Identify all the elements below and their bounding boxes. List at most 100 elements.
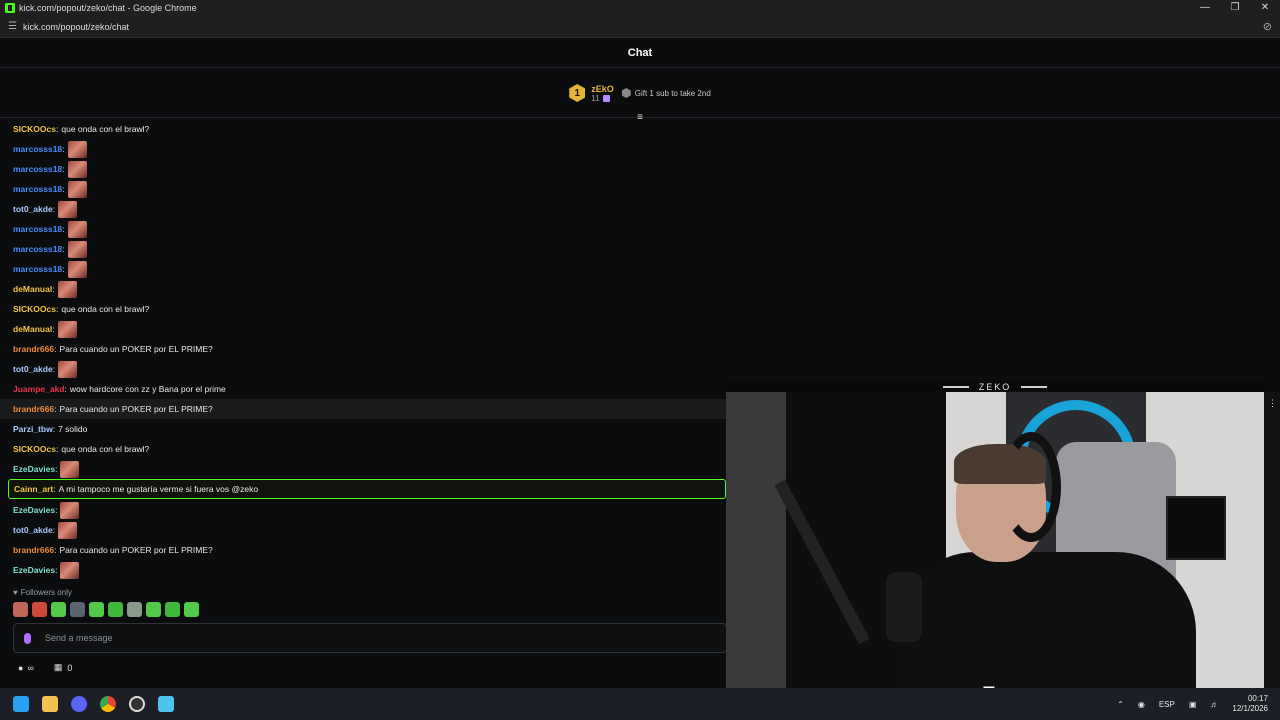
chat-username[interactable]: marcosss18 bbox=[13, 244, 62, 254]
chat-emote[interactable] bbox=[67, 140, 87, 158]
chat-message[interactable]: marcosss18: bbox=[0, 259, 726, 279]
emote-button[interactable] bbox=[127, 602, 142, 617]
notepad-icon[interactable] bbox=[158, 696, 174, 712]
windows-start-icon[interactable] bbox=[13, 696, 29, 712]
chat-message[interactable]: Juampe_akd: wow hardcore con zz y Bana po… bbox=[0, 379, 726, 399]
network-icon[interactable]: ▣ bbox=[1189, 700, 1197, 709]
message-input-box[interactable] bbox=[13, 623, 727, 653]
chat-emote[interactable] bbox=[67, 160, 87, 178]
chat-message[interactable]: SICKOOcs: que onda con el brawl? bbox=[0, 119, 726, 139]
chat-message[interactable]: tot0_akde: bbox=[0, 199, 726, 219]
emote-button[interactable] bbox=[146, 602, 161, 617]
chat-message[interactable]: EzeDavies: bbox=[0, 459, 726, 479]
chat-emote[interactable] bbox=[60, 501, 80, 519]
chat-message[interactable]: marcosss18: bbox=[0, 139, 726, 159]
address-bar[interactable]: ☰ kick.com/popout/zeko/chat ⊘ bbox=[0, 16, 1280, 38]
chat-username[interactable]: EzeDavies bbox=[13, 464, 55, 474]
chat-username[interactable]: marcosss18 bbox=[13, 264, 62, 274]
chat-message[interactable]: marcosss18: bbox=[0, 219, 726, 239]
chat-username[interactable]: marcosss18 bbox=[13, 224, 62, 234]
chat-username[interactable]: marcosss18 bbox=[13, 144, 62, 154]
chat-message[interactable]: tot0_akde: bbox=[0, 359, 726, 379]
site-settings-icon[interactable]: ☰ bbox=[8, 21, 17, 32]
emote-button[interactable] bbox=[89, 602, 104, 617]
emote-button[interactable] bbox=[13, 602, 28, 617]
chat-emote[interactable] bbox=[57, 280, 77, 298]
gift-hint[interactable]: Gift 1 sub to take 2nd bbox=[621, 88, 711, 98]
chat-emote[interactable] bbox=[67, 260, 87, 278]
minimize-button[interactable]: — bbox=[1190, 0, 1220, 16]
restore-button[interactable]: ❐ bbox=[1220, 0, 1250, 16]
chat-username[interactable]: EzeDavies bbox=[13, 565, 55, 575]
chat-username[interactable]: Parzi_tbw bbox=[13, 424, 53, 434]
chat-message[interactable]: deManual: bbox=[0, 279, 726, 299]
chat-message[interactable]: brandr666: Para cuando un POKER por EL PR… bbox=[0, 339, 726, 359]
chat-username[interactable]: brandr666 bbox=[13, 344, 54, 354]
leader-user[interactable]: zEkO 11 bbox=[591, 84, 614, 103]
mic-tray-icon[interactable]: ◉ bbox=[1138, 700, 1145, 709]
chat-message[interactable]: SICKOOcs: que onda con el brawl? bbox=[0, 439, 726, 459]
chat-message[interactable]: EzeDavies: bbox=[0, 500, 726, 520]
chat-message[interactable]: tot0_akde: bbox=[0, 520, 726, 540]
chat-message[interactable]: Parzi_tbw:7 solido bbox=[0, 419, 726, 439]
channel-points[interactable]: ● ∞ bbox=[18, 663, 34, 673]
chat-emote[interactable] bbox=[57, 320, 77, 338]
chat-username[interactable]: marcosss18 bbox=[13, 184, 62, 194]
chat-emote[interactable] bbox=[67, 240, 87, 258]
message-input[interactable] bbox=[45, 633, 645, 643]
chat-message[interactable]: SICKOOcs: que onda con el brawl? bbox=[0, 299, 726, 319]
chat-username[interactable]: Juampe_akd bbox=[13, 384, 65, 394]
chat-username[interactable]: EzeDavies bbox=[13, 505, 55, 515]
discord-icon[interactable] bbox=[71, 696, 87, 712]
tray-chevron-icon[interactable]: ⌃ bbox=[1117, 700, 1124, 709]
emote-button[interactable] bbox=[51, 602, 66, 617]
chat-username[interactable]: SICKOOcs bbox=[13, 304, 56, 314]
emote-button[interactable] bbox=[108, 602, 123, 617]
close-button[interactable]: ✕ bbox=[1250, 0, 1280, 16]
store-button[interactable]: ▦ 0 bbox=[54, 662, 73, 673]
file-explorer-icon[interactable] bbox=[42, 696, 58, 712]
chat-username[interactable]: tot0_akde bbox=[13, 525, 53, 535]
chat-emote[interactable] bbox=[58, 200, 78, 218]
emote-button[interactable] bbox=[184, 602, 199, 617]
chat-message[interactable]: brandr666: Para cuando un POKER por EL PR… bbox=[0, 399, 726, 419]
language-indicator[interactable]: ESP bbox=[1159, 700, 1175, 709]
chat-emote[interactable] bbox=[60, 561, 80, 579]
chat-emote[interactable] bbox=[67, 220, 87, 238]
chat-message[interactable]: Cainn_art: A mi tampoco me gustaría verme… bbox=[8, 479, 726, 499]
obs-icon[interactable] bbox=[129, 696, 145, 712]
chat-username[interactable]: tot0_akde bbox=[13, 364, 53, 374]
chat-username[interactable]: brandr666 bbox=[13, 404, 54, 414]
chat-username[interactable]: marcosss18 bbox=[13, 164, 62, 174]
chat-username[interactable]: tot0_akde bbox=[13, 204, 53, 214]
cam-person-body bbox=[896, 552, 1196, 694]
chat-message[interactable]: marcosss18: bbox=[0, 239, 726, 259]
volume-icon[interactable]: ♬ bbox=[1210, 700, 1218, 709]
url-text[interactable]: kick.com/popout/zeko/chat bbox=[23, 22, 129, 32]
chat-message[interactable]: marcosss18: bbox=[0, 159, 726, 179]
emote-button[interactable] bbox=[32, 602, 47, 617]
emote-button[interactable] bbox=[70, 602, 85, 617]
emote-button[interactable] bbox=[165, 602, 180, 617]
chat-username[interactable]: deManual bbox=[13, 324, 52, 334]
chat-username[interactable]: brandr666 bbox=[13, 545, 54, 555]
chat-emote[interactable] bbox=[60, 460, 80, 478]
chrome-icon[interactable] bbox=[100, 696, 116, 712]
eye-off-icon[interactable]: ⊘ bbox=[1263, 20, 1272, 33]
chat-username[interactable]: Cainn_art bbox=[14, 484, 53, 494]
chat-emote[interactable] bbox=[58, 360, 78, 378]
more-icon[interactable]: ⋮ bbox=[1268, 398, 1277, 409]
chat-message[interactable]: marcosss18: bbox=[0, 179, 726, 199]
gift-leaderboard[interactable]: 1 zEkO 11 Gift 1 sub to take 2nd bbox=[0, 69, 1280, 118]
chat-username[interactable]: deManual bbox=[13, 284, 52, 294]
emote-picker-icon[interactable] bbox=[24, 632, 31, 644]
chat-emote[interactable] bbox=[58, 521, 78, 539]
chat-username[interactable]: SICKOOcs bbox=[13, 444, 56, 454]
chat-username[interactable]: SICKOOcs bbox=[13, 124, 56, 134]
chat-emote[interactable] bbox=[67, 180, 87, 198]
chat-colon: : bbox=[64, 384, 67, 394]
chat-message[interactable]: deManual: bbox=[0, 319, 726, 339]
chat-message[interactable]: EzeDavies: bbox=[0, 560, 726, 580]
clock[interactable]: 00:17 12/1/2026 bbox=[1232, 694, 1268, 714]
chat-message[interactable]: brandr666: Para cuando un POKER por EL PR… bbox=[0, 540, 726, 560]
